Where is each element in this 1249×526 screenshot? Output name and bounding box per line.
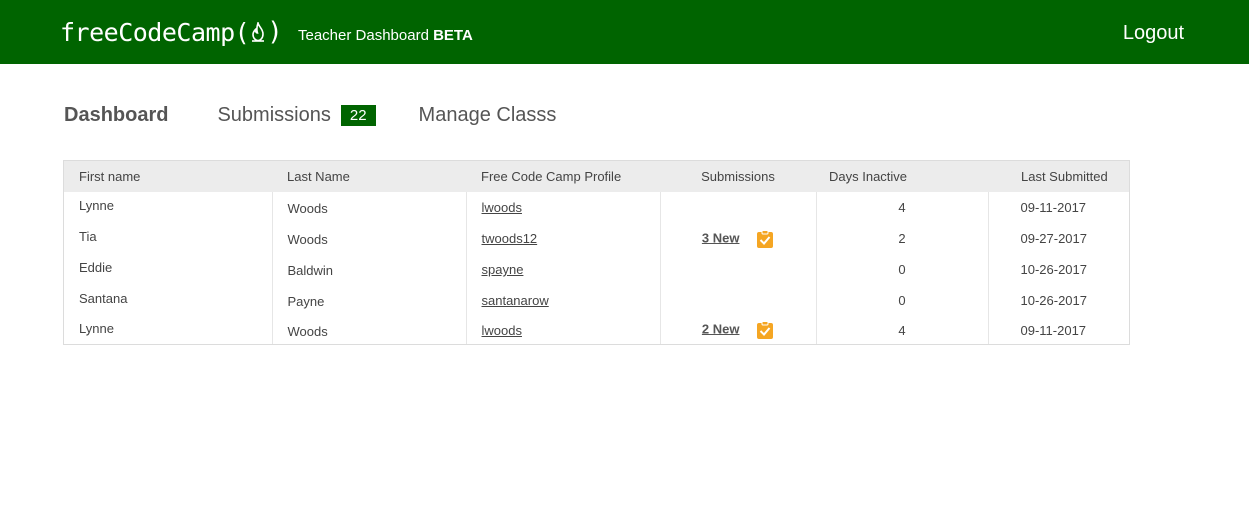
table-row: Santana Payne santanarow 0 10-26-2017: [64, 285, 1129, 316]
column-header-days-inactive[interactable]: Days Inactive: [816, 161, 988, 192]
days-inactive-cell: 4: [815, 192, 988, 223]
submissions-cell: [659, 254, 816, 285]
students-table: First name Last Name Free Code Camp Prof…: [63, 160, 1130, 345]
column-header-profile[interactable]: Free Code Camp Profile: [466, 161, 660, 192]
submissions-cell: 3 New: [659, 223, 816, 254]
fire-icon: [252, 22, 265, 42]
submissions-count-badge: 22: [340, 104, 376, 126]
first-name-cell: Eddie: [79, 260, 113, 275]
first-name-cell: Lynne: [79, 198, 114, 213]
last-submitted-cell: 09-11-2017: [987, 316, 1129, 344]
submissions-cell: [659, 285, 816, 316]
profile-link[interactable]: spayne: [482, 262, 524, 277]
first-name-cell: Lynne: [79, 320, 114, 336]
last-name-cell: Woods: [287, 232, 328, 247]
last-submitted-cell: 10-26-2017: [987, 285, 1129, 316]
new-submissions-link[interactable]: 2 New: [702, 321, 740, 336]
clipboard-check-icon[interactable]: [756, 229, 774, 248]
last-name-cell: Baldwin: [287, 263, 334, 278]
days-inactive-cell: 0: [815, 254, 988, 285]
column-header-last-submitted[interactable]: Last Submitted: [988, 161, 1129, 192]
last-submitted-cell: 09-11-2017: [987, 192, 1129, 223]
nav-submissions-label: Submissions: [217, 103, 331, 126]
table-row: Lynne Woods lwoods 2 New 4 09-11-2017: [64, 316, 1129, 344]
logout-button[interactable]: Logout: [1123, 22, 1184, 45]
last-submitted-cell: 10-26-2017: [987, 254, 1129, 285]
table-row: Tia Woods twoods12 3 New 2 09-27-2017: [64, 223, 1129, 254]
profile-link[interactable]: lwoods: [482, 323, 522, 338]
submissions-cell: 2 New: [659, 316, 816, 344]
column-header-first-name[interactable]: First name: [64, 161, 272, 192]
nav-manage-classes[interactable]: Manage Classs: [419, 104, 557, 127]
new-submissions-link[interactable]: 3 New: [702, 230, 740, 245]
table-row: Lynne Woods lwoods 4 09-11-2017: [64, 192, 1129, 223]
days-inactive-cell: 4: [815, 316, 988, 344]
last-name-cell: Woods: [287, 201, 328, 216]
main-nav: Dashboard Submissions 22 Manage Classs: [64, 100, 556, 130]
top-navbar: freeCodeCamp( ) Teacher Dashboard BETA L…: [0, 0, 1249, 64]
days-inactive-cell: 0: [815, 285, 988, 316]
first-name-cell: Tia: [79, 229, 97, 244]
beta-label: BETA: [433, 27, 473, 44]
column-header-last-name[interactable]: Last Name: [272, 161, 466, 192]
last-name-cell: Payne: [287, 294, 325, 309]
logo-close-paren: ): [267, 17, 283, 47]
profile-link[interactable]: twoods12: [482, 231, 538, 246]
freecodecamp-logo[interactable]: freeCodeCamp( ): [60, 17, 283, 47]
table-row: Eddie Baldwin spayne 0 10-26-2017: [64, 254, 1129, 285]
table-header-row: First name Last Name Free Code Camp Prof…: [64, 161, 1129, 192]
nav-dashboard[interactable]: Dashboard: [64, 104, 168, 127]
last-name-cell: Woods: [287, 323, 328, 339]
first-name-cell: Santana: [79, 291, 128, 306]
clipboard-check-icon[interactable]: [756, 321, 774, 339]
submissions-cell: [659, 192, 816, 223]
nav-submissions[interactable]: Submissions 22: [217, 103, 376, 127]
last-submitted-cell: 09-27-2017: [987, 223, 1129, 254]
column-header-submissions[interactable]: Submissions: [660, 161, 816, 192]
profile-link[interactable]: lwoods: [482, 200, 522, 215]
profile-link[interactable]: santanarow: [482, 293, 549, 308]
subtitle-text: Teacher Dashboard: [298, 27, 429, 44]
app-subtitle: Teacher Dashboard BETA: [298, 27, 473, 44]
days-inactive-cell: 2: [815, 223, 988, 254]
logo-text: freeCodeCamp(: [60, 17, 250, 47]
